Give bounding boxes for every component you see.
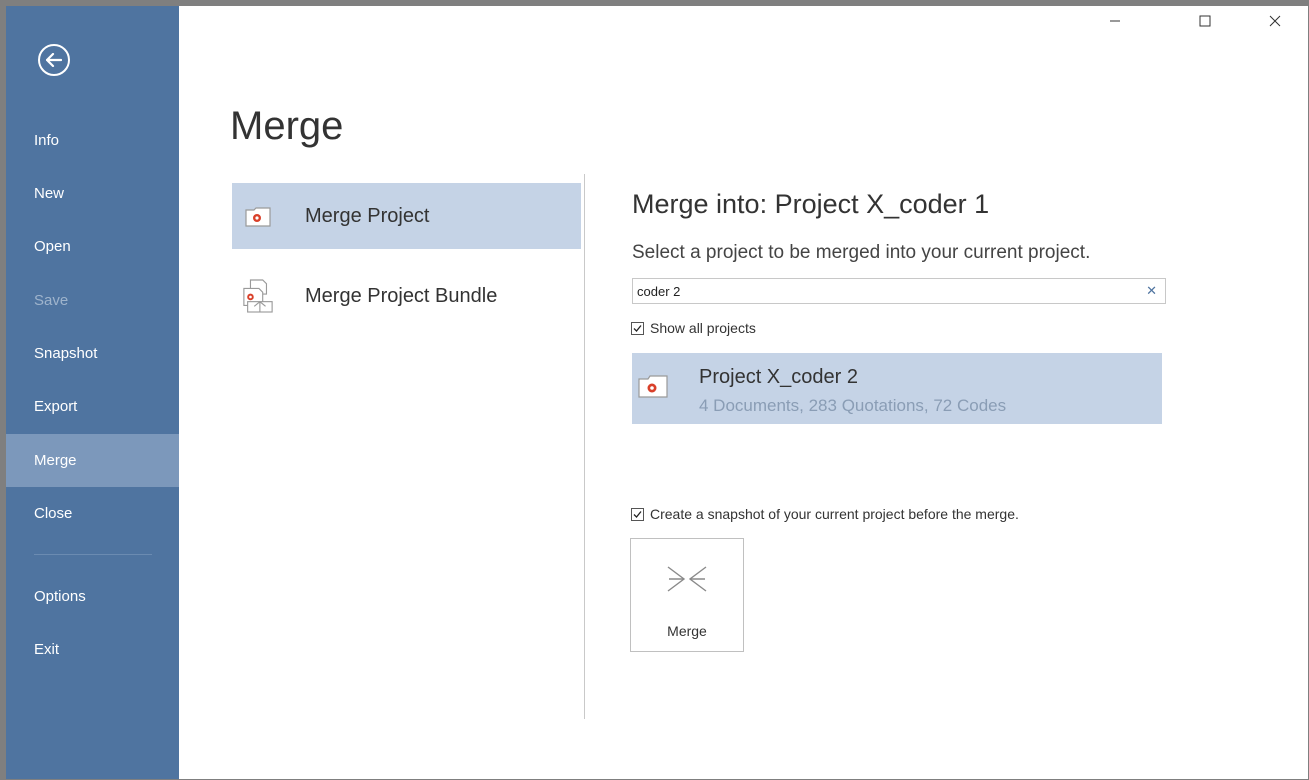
sidebar-item-label: Options (34, 588, 86, 605)
merge-instructions: Select a project to be merged into your … (632, 242, 1091, 263)
back-button[interactable] (38, 44, 70, 76)
sidebar-item-label: Open (34, 238, 71, 255)
sidebar-item-label: Merge (34, 452, 77, 469)
merge-button[interactable]: Merge (630, 538, 744, 652)
project-icon (242, 200, 274, 232)
close-window-button[interactable] (1252, 6, 1298, 36)
app-window: Info New Open Save Snapshot Export Merge… (6, 6, 1308, 779)
minimize-icon (1110, 20, 1120, 22)
project-search-field[interactable]: ✕ (632, 278, 1166, 304)
sidebar-item-export[interactable]: Export (6, 380, 179, 433)
sidebar-item-exit[interactable]: Exit (6, 623, 179, 676)
arrow-left-icon (46, 53, 62, 67)
project-search-input[interactable] (637, 280, 1127, 302)
snapshot-before-merge-toggle[interactable]: Create a snapshot of your current projec… (631, 506, 1019, 522)
show-all-checkbox[interactable] (631, 321, 644, 335)
sidebar: Info New Open Save Snapshot Export Merge… (6, 6, 179, 779)
option-label: Merge Project Bundle (305, 284, 498, 307)
close-icon (1269, 15, 1281, 27)
window-frame: Info New Open Save Snapshot Export Merge… (0, 0, 1309, 780)
show-all-projects-toggle[interactable]: Show all projects (631, 320, 756, 336)
sidebar-item-label: Snapshot (34, 345, 98, 362)
sidebar-item-close[interactable]: Close (6, 487, 179, 540)
sidebar-item-open[interactable]: Open (6, 220, 179, 273)
show-all-label: Show all projects (650, 320, 756, 336)
project-bundle-icon (242, 279, 274, 313)
merge-arrows-icon (667, 566, 707, 592)
project-name: Project X_coder 2 (699, 366, 858, 388)
maximize-button[interactable] (1182, 6, 1228, 36)
snapshot-checkbox[interactable] (631, 507, 644, 521)
sidebar-item-new[interactable]: New (6, 167, 179, 220)
sidebar-item-save[interactable]: Save (6, 274, 179, 327)
sidebar-item-label: Exit (34, 641, 60, 658)
merge-button-label: Merge (667, 623, 707, 639)
merge-project-bundle-option[interactable]: Merge Project Bundle (232, 263, 581, 329)
page-title: Merge (230, 104, 344, 148)
sidebar-item-label: Info (34, 132, 60, 149)
panel-divider (584, 174, 585, 719)
project-icon (637, 373, 669, 405)
sidebar-item-merge[interactable]: Merge (6, 434, 179, 487)
project-stats: 4 Documents, 283 Quotations, 72 Codes (699, 396, 1007, 415)
sidebar-item-options[interactable]: Options (6, 570, 179, 623)
checkmark-icon (633, 510, 642, 518)
snapshot-label: Create a snapshot of your current projec… (650, 506, 1019, 522)
sidebar-item-label: New (34, 185, 65, 202)
merge-project-option[interactable]: Merge Project (232, 183, 581, 249)
sidebar-item-label: Close (34, 505, 73, 522)
project-list-item[interactable]: Project X_coder 2 4 Documents, 283 Quota… (632, 353, 1162, 424)
checkmark-icon (633, 324, 642, 332)
sidebar-item-info[interactable]: Info (6, 114, 179, 167)
clear-search-icon[interactable]: ✕ (1146, 283, 1157, 299)
merge-target-title: Merge into: Project X_coder 1 (632, 189, 990, 219)
sidebar-item-label: Export (34, 398, 78, 415)
sidebar-divider (34, 554, 152, 555)
maximize-icon (1199, 15, 1211, 27)
sidebar-item-snapshot[interactable]: Snapshot (6, 327, 179, 380)
minimize-button[interactable] (1092, 6, 1138, 36)
option-label: Merge Project (305, 204, 430, 227)
sidebar-item-label: Save (34, 292, 69, 309)
